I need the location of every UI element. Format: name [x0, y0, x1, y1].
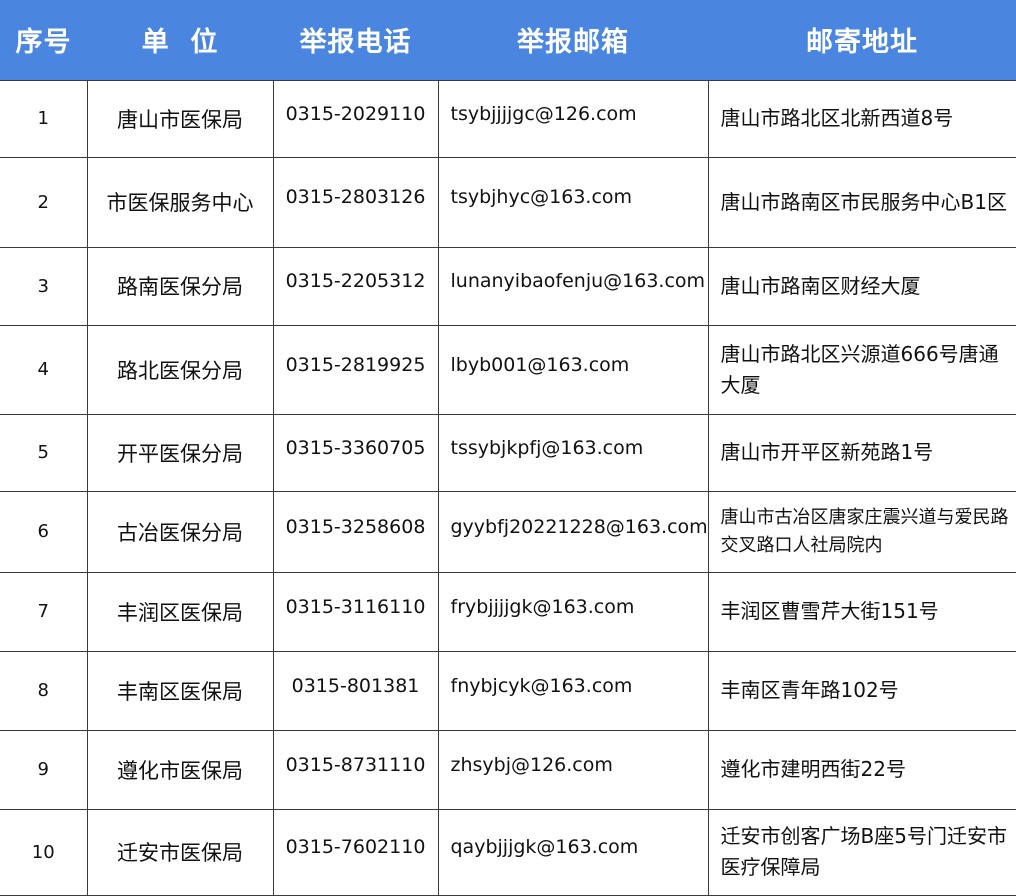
- cell-phone: 0315-2803126: [272, 156, 439, 248]
- cell-email: frybjjjjgk@163.com: [437, 571, 709, 652]
- cell-index: 8: [0, 650, 88, 731]
- cell-phone: 0315-2205312: [272, 246, 439, 326]
- table-row: 2 市医保服务中心 0315-2803126 tsybjhyc@163.com …: [0, 156, 1016, 248]
- cell-unit: 遵化市医保局: [86, 729, 274, 810]
- cell-address: 唐山市路南区市民服务中心B1区: [707, 156, 1016, 248]
- cell-address: 迁安市创客广场B座5号门迁安市医疗保障局: [707, 808, 1016, 896]
- cell-index: 1: [0, 79, 88, 158]
- table-row: 8 丰南区医保局 0315-801381 fnybjcyk@163.com 丰南…: [0, 650, 1016, 731]
- table-row: 9 遵化市医保局 0315-8731110 zhsybj@126.com 遵化市…: [0, 729, 1016, 810]
- cell-email: qaybjjjgk@163.com: [437, 808, 709, 896]
- cell-email: lbyb001@163.com: [437, 324, 709, 415]
- cell-address: 丰南区青年路102号: [707, 650, 1016, 731]
- cell-unit: 丰润区医保局: [86, 571, 274, 652]
- cell-email: zhsybj@126.com: [437, 729, 709, 810]
- cell-unit: 路南医保分局: [86, 246, 274, 326]
- table-body: 1 唐山市医保局 0315-2029110 tsybjjjjgc@126.com…: [0, 79, 1016, 896]
- header-index: 序号: [0, 0, 87, 80]
- cell-unit: 市医保服务中心: [86, 156, 274, 248]
- cell-address: 遵化市建明西街22号: [707, 729, 1016, 810]
- header-phone: 举报电话: [273, 0, 438, 80]
- table-row: 10 迁安市医保局 0315-7602110 qaybjjjgk@163.com…: [0, 808, 1016, 896]
- cell-index: 5: [0, 413, 88, 492]
- cell-index: 6: [0, 490, 88, 573]
- cell-email: lunanyibaofenju@163.com: [437, 246, 709, 326]
- cell-unit: 古冶医保分局: [86, 490, 274, 573]
- cell-phone: 0315-8731110: [272, 729, 439, 810]
- cell-unit: 开平医保分局: [86, 413, 274, 492]
- table-row: 1 唐山市医保局 0315-2029110 tsybjjjjgc@126.com…: [0, 79, 1016, 158]
- table-header: 序号 单 位 举报电话 举报邮箱 邮寄地址: [0, 0, 1016, 80]
- cell-address: 唐山市路南区财经大厦: [707, 246, 1016, 326]
- cell-unit: 丰南区医保局: [86, 650, 274, 731]
- cell-address: 唐山市开平区新苑路1号: [707, 413, 1016, 492]
- cell-phone: 0315-3258608: [272, 490, 439, 573]
- cell-email: tsybjjjjgc@126.com: [437, 79, 709, 158]
- cell-index: 10: [0, 808, 88, 896]
- header-unit: 单 位: [87, 0, 273, 80]
- cell-phone: 0315-7602110: [272, 808, 439, 896]
- cell-email: fnybjcyk@163.com: [437, 650, 709, 731]
- cell-phone: 0315-3360705: [272, 413, 439, 492]
- header-address: 邮寄地址: [708, 0, 1016, 80]
- header-email: 举报邮箱: [438, 0, 708, 80]
- cell-phone: 0315-2819925: [272, 324, 439, 415]
- cell-phone: 0315-3116110: [272, 571, 439, 652]
- cell-phone: 0315-801381: [272, 650, 439, 731]
- cell-address: 唐山市路北区北新西道8号: [707, 79, 1016, 158]
- table-row: 4 路北医保分局 0315-2819925 lbyb001@163.com 唐山…: [0, 324, 1016, 415]
- table-row: 6 古冶医保分局 0315-3258608 gyybfj20221228@163…: [0, 490, 1016, 573]
- cell-address: 唐山市古冶区唐家庄震兴道与爱民路交叉路口人社局院内: [707, 490, 1016, 573]
- cell-index: 3: [0, 246, 88, 326]
- cell-index: 2: [0, 156, 88, 248]
- report-table: 序号 单 位 举报电话 举报邮箱 邮寄地址 1 唐山市医保局 0315-2029…: [0, 0, 1016, 896]
- table-row: 5 开平医保分局 0315-3360705 tssybjkpfj@163.com…: [0, 413, 1016, 492]
- table-row: 3 路南医保分局 0315-2205312 lunanyibaofenju@16…: [0, 246, 1016, 326]
- cell-index: 7: [0, 571, 88, 652]
- cell-address: 丰润区曹雪芹大街151号: [707, 571, 1016, 652]
- cell-unit: 迁安市医保局: [86, 808, 274, 896]
- cell-email: tssybjkpfj@163.com: [437, 413, 709, 492]
- table-row: 7 丰润区医保局 0315-3116110 frybjjjjgk@163.com…: [0, 571, 1016, 652]
- header-row: 序号 单 位 举报电话 举报邮箱 邮寄地址: [0, 0, 1016, 80]
- cell-unit: 路北医保分局: [86, 324, 274, 415]
- cell-email: gyybfj20221228@163.com: [437, 490, 709, 573]
- cell-unit: 唐山市医保局: [86, 79, 274, 158]
- cell-phone: 0315-2029110: [272, 79, 439, 158]
- cell-index: 9: [0, 729, 88, 810]
- cell-email: tsybjhyc@163.com: [437, 156, 709, 248]
- cell-address: 唐山市路北区兴源道666号唐通大厦: [707, 324, 1016, 415]
- cell-index: 4: [0, 324, 88, 415]
